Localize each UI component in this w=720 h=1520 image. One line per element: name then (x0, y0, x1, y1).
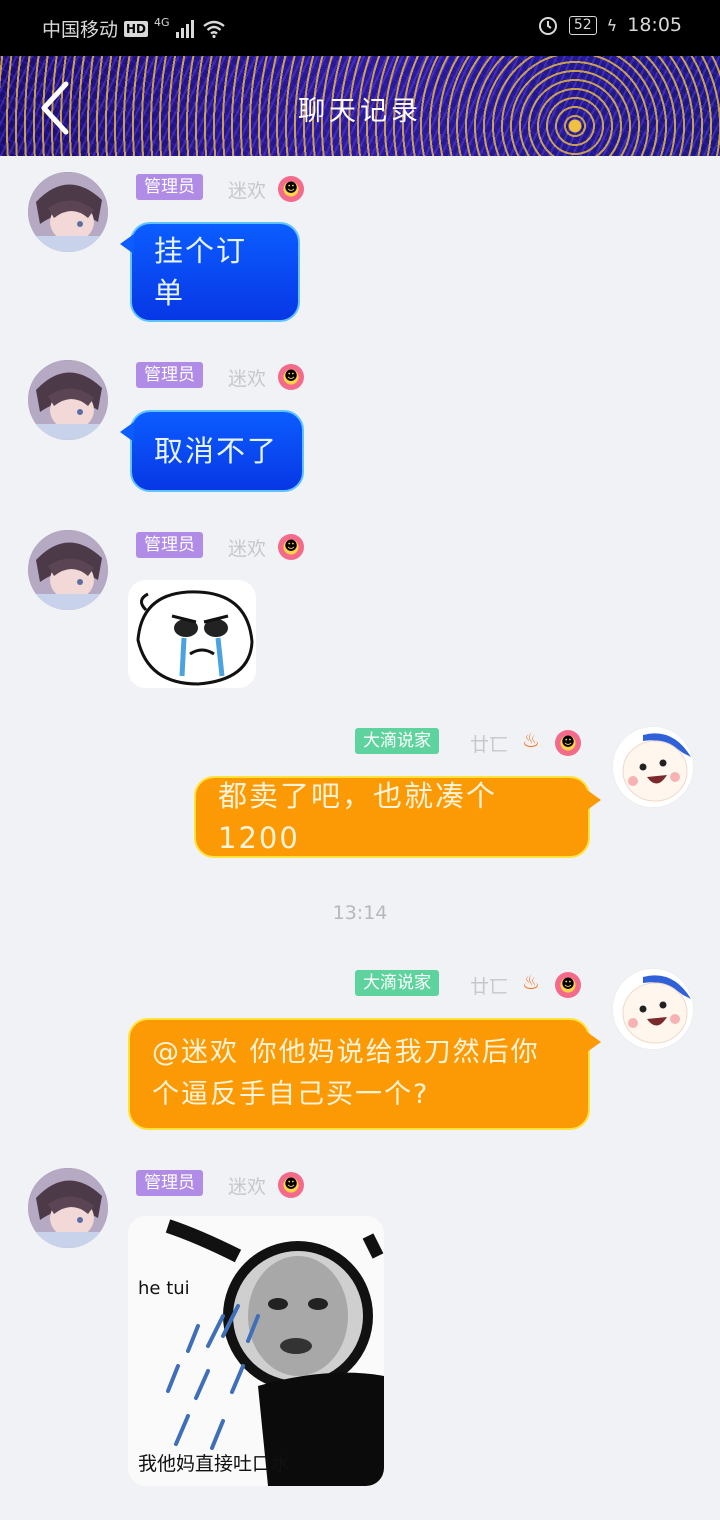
flower-badge-icon: ☻ (278, 364, 304, 390)
carrier-label: 中国移动 (42, 19, 119, 41)
message-bubble[interactable]: 取消不了 (120, 410, 304, 492)
sticker-caption: 我他妈直接吐口水 (138, 1453, 291, 1475)
signal-icon (175, 19, 194, 38)
message-bubble[interactable]: 挂个订单 (120, 222, 300, 322)
role-tag: 管理员 (136, 1170, 203, 1196)
flower-badge-icon: ☻ (555, 972, 581, 998)
bubble-tail (587, 1032, 601, 1052)
fire-icon: ♨ (522, 728, 540, 752)
charging-icon: ϟ (606, 15, 618, 35)
wifi-icon (202, 20, 225, 38)
role-tag: 管理员 (136, 362, 203, 388)
avatar[interactable] (28, 1168, 108, 1248)
fire-icon: ♨ (522, 970, 540, 994)
avatar[interactable] (612, 968, 694, 1050)
sender-nickname: 迷欢 (228, 180, 267, 202)
avatar[interactable] (28, 360, 108, 440)
avatar[interactable] (612, 726, 694, 808)
spitting-face-icon (128, 1216, 384, 1486)
anime-avatar-icon (28, 1168, 108, 1248)
status-bar: 中国移动 HD 4G 52 ϟ 18:05 (0, 0, 720, 56)
round-face-avatar-icon (613, 969, 693, 1049)
round-face-avatar-icon (613, 727, 693, 807)
flower-badge-icon: ☻ (278, 1172, 304, 1198)
anime-avatar-icon (28, 360, 108, 440)
sender-nickname: 迷欢 (228, 368, 267, 390)
sender-nickname: 迷欢 (228, 1176, 267, 1198)
sender-nickname: 廿匸 (470, 976, 509, 998)
chat-timestamp: 13:14 (332, 902, 388, 924)
anime-avatar-icon (28, 530, 108, 610)
sender-nickname: 廿匸 (470, 734, 509, 756)
role-tag: 大滴说家 (355, 970, 439, 996)
page-title: 聊天记录 (298, 96, 422, 127)
avatar[interactable] (28, 530, 108, 610)
flower-badge-icon: ☻ (278, 534, 304, 560)
flower-badge-icon: ☻ (555, 730, 581, 756)
role-tag: 管理员 (136, 532, 203, 558)
role-tag: 管理员 (136, 174, 203, 200)
network-label: 4G (154, 16, 170, 29)
flower-badge-icon: ☻ (278, 176, 304, 202)
bubble-tail (587, 790, 601, 810)
role-tag: 大滴说家 (355, 728, 439, 754)
hd-badge: HD (124, 20, 149, 37)
message-text: @迷欢 你他妈说给我刀然后你个逼反手自己买一个? (152, 1037, 540, 1110)
avatar[interactable] (28, 172, 108, 252)
crying-face-icon (128, 580, 256, 688)
battery-indicator: 52 (568, 15, 597, 35)
alarm-icon (538, 17, 557, 35)
message-bubble[interactable]: 都卖了吧，也就凑个1200 (194, 776, 601, 858)
message-text: 都卖了吧，也就凑个1200 (218, 779, 498, 855)
message-text: 取消不了 (154, 434, 279, 468)
message-bubble[interactable]: @迷欢 你他妈说给我刀然后你个逼反手自己买一个? (128, 1018, 601, 1130)
crying-cartoon-sticker[interactable] (128, 580, 256, 688)
sender-nickname: 迷欢 (228, 538, 267, 560)
sticker-text: he tui (138, 1278, 190, 1299)
message-text: 挂个订单 (154, 234, 248, 310)
anime-avatar-icon (28, 172, 108, 252)
clock: 18:05 (627, 14, 682, 36)
header-bar: 聊天记录 (0, 56, 720, 156)
spitting-meme-sticker[interactable]: he tui 我他妈直接吐口水 (128, 1216, 384, 1486)
